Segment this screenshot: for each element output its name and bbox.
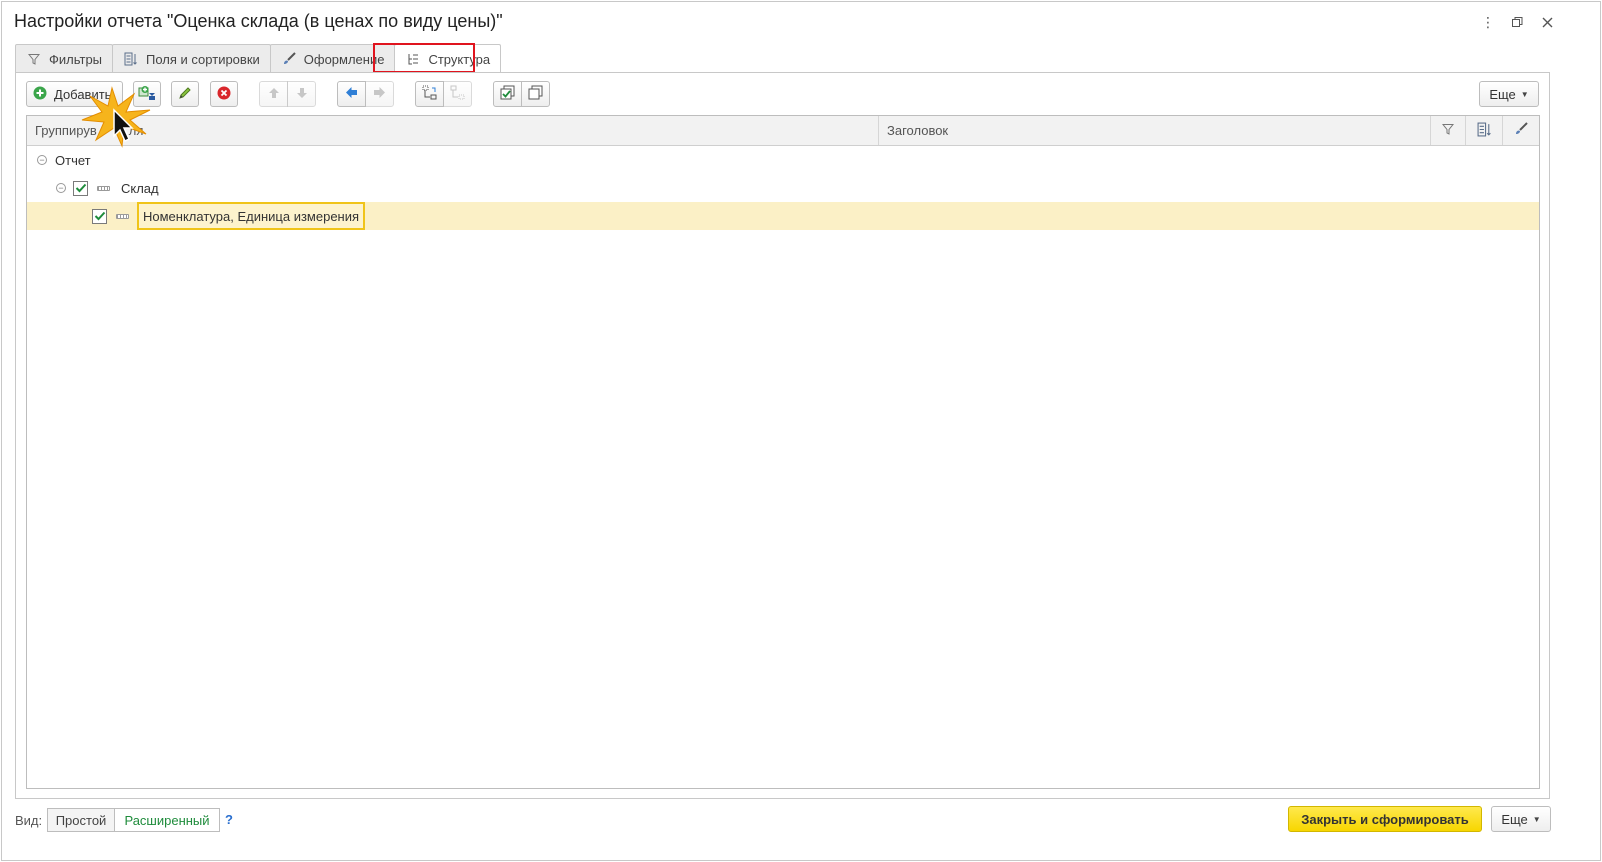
delete-icon (217, 86, 231, 103)
tab-fields-sort[interactable]: Поля и сортировки (112, 44, 271, 73)
column-grouping[interactable]: Группирув ля (27, 116, 879, 145)
restore-icon[interactable] (1507, 12, 1527, 32)
tree-row-nomenclature[interactable]: Номенклатура, Единица измерения (27, 202, 1539, 230)
grouping-icon (97, 185, 110, 191)
edit-icon (178, 86, 192, 103)
check-all-icon (500, 85, 515, 103)
close-and-generate-label: Закрыть и сформировать (1301, 811, 1469, 827)
tab-label: Поля и сортировки (146, 51, 260, 67)
view-extended-label: Расширенный (124, 812, 210, 828)
column-grouping-label-tail: ля (128, 123, 144, 138)
grouping-icon (116, 213, 129, 219)
column-title[interactable]: Заголовок (879, 116, 1431, 145)
brush-icon (281, 51, 297, 67)
tab-appearance[interactable]: Оформление (269, 44, 396, 73)
more-label: Еще (1501, 811, 1528, 827)
add-button-label: Добавить (54, 86, 112, 102)
column-fields-sort[interactable] (1466, 116, 1503, 145)
column-appearance[interactable] (1503, 116, 1539, 145)
ungroup-button[interactable] (443, 81, 472, 107)
row-label: Отчет (55, 152, 91, 168)
more-icon[interactable]: ⋮ (1478, 12, 1498, 32)
structure-panel: Добавить Еще ▼ Группирув ля Заголовок − … (15, 72, 1550, 799)
group-icon (422, 85, 438, 104)
tab-label: Структура (428, 52, 491, 67)
row-label-cell[interactable]: Номенклатура, Единица измерения (137, 202, 366, 230)
more-label: Еще (1489, 86, 1516, 102)
check-all-button[interactable] (493, 81, 522, 107)
help-link[interactable]: ? (225, 812, 233, 827)
close-icon[interactable] (1537, 12, 1557, 32)
chevron-down-icon: ▼ (1532, 814, 1541, 824)
collapse-icon[interactable]: − (37, 155, 47, 165)
add-group-icon (138, 85, 156, 104)
footer-more-button[interactable]: Еще ▼ (1491, 806, 1551, 832)
row-label: Склад (121, 180, 159, 196)
view-simple-button[interactable]: Простой (47, 808, 115, 832)
group-button[interactable] (415, 81, 444, 107)
fields-sort-icon (123, 51, 139, 67)
toolbar-more-button[interactable]: Еще ▼ (1479, 81, 1539, 107)
tab-structure[interactable]: Структура (394, 44, 502, 74)
column-filter[interactable] (1431, 116, 1466, 145)
add-icon (33, 86, 47, 103)
move-up-button[interactable] (259, 81, 288, 107)
close-and-generate-button[interactable]: Закрыть и сформировать (1288, 806, 1482, 832)
move-up-icon (268, 87, 280, 102)
tree-row-report[interactable]: − Отчет (27, 146, 1539, 174)
table-header: Группирув ля Заголовок (27, 116, 1539, 146)
view-extended-button[interactable]: Расширенный (114, 808, 220, 832)
filter-icon (26, 51, 42, 67)
tab-filters[interactable]: Фильтры (15, 44, 114, 73)
view-label: Вид: (15, 813, 43, 828)
add-button[interactable]: Добавить (26, 81, 123, 107)
settings-tabs: Фильтры Поля и сортировки Оформление Стр… (15, 44, 502, 74)
column-title-label: Заголовок (887, 123, 949, 138)
structure-table[interactable]: Группирув ля Заголовок − Отчет − Склад Н… (26, 115, 1540, 789)
ungroup-icon (450, 85, 466, 104)
tree-row-warehouse[interactable]: − Склад (27, 174, 1539, 202)
delete-button[interactable] (210, 81, 238, 107)
add-group-button[interactable] (133, 81, 161, 107)
move-right-icon (373, 86, 386, 102)
fields-sort-icon (1477, 122, 1492, 140)
move-down-button[interactable] (287, 81, 316, 107)
tab-label: Оформление (303, 51, 385, 67)
filter-icon (1441, 123, 1455, 138)
move-right-button[interactable] (365, 81, 394, 107)
report-settings-window: Настройки отчета "Оценка склада (в ценах… (1, 1, 1601, 861)
edit-button[interactable] (171, 81, 199, 107)
view-simple-label: Простой (55, 812, 107, 828)
move-left-button[interactable] (337, 81, 366, 107)
structure-icon (405, 52, 421, 68)
uncheck-all-button[interactable] (521, 81, 550, 107)
tab-label: Фильтры (49, 51, 103, 67)
chevron-down-icon: ▼ (1520, 89, 1529, 99)
move-left-icon (345, 86, 358, 102)
row-checkbox[interactable] (73, 180, 88, 196)
brush-icon (1514, 122, 1528, 139)
column-grouping-label: Группирув (35, 123, 97, 138)
row-checkbox[interactable] (92, 208, 107, 224)
uncheck-all-icon (528, 85, 543, 103)
move-down-icon (296, 87, 308, 102)
collapse-icon[interactable]: − (56, 183, 66, 193)
window-title: Настройки отчета "Оценка склада (в ценах… (14, 11, 503, 31)
